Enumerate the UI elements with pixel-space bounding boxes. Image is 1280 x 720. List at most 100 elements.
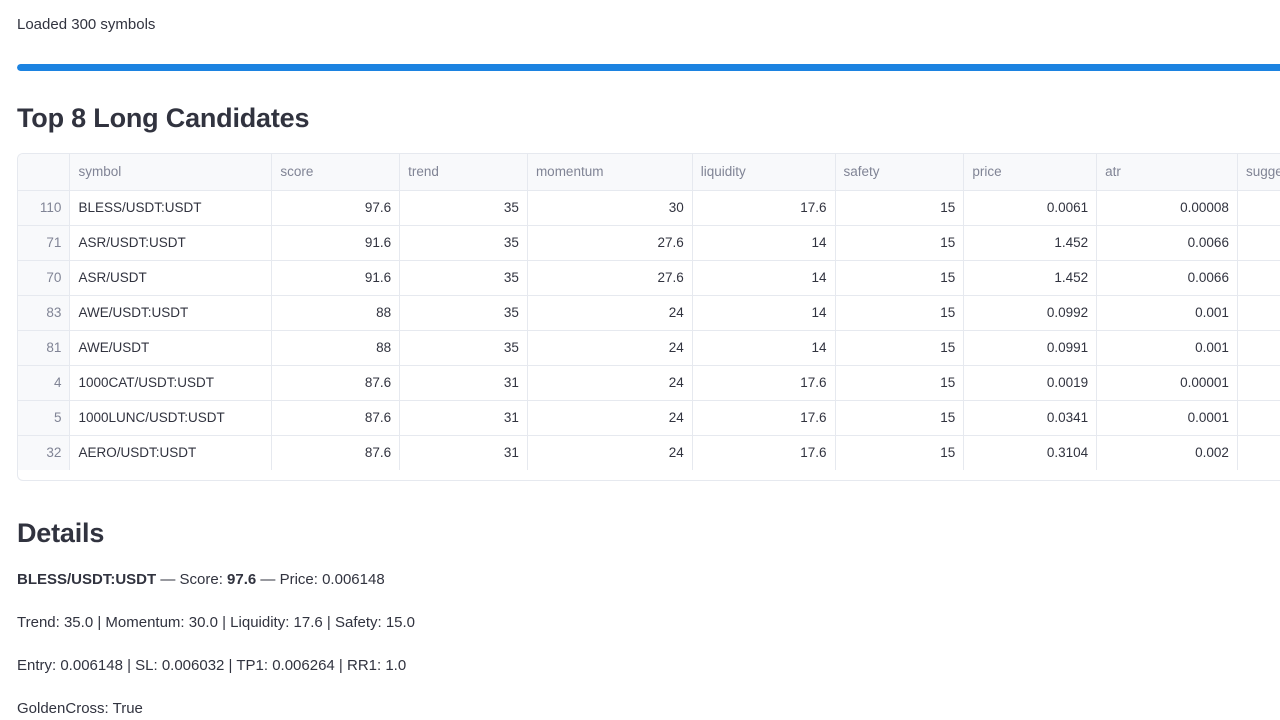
cell-price[interactable]: 0.0341 xyxy=(963,400,1098,436)
details-component-scores: Trend: 35.0 | Momentum: 30.0 | Liquidity… xyxy=(17,614,416,631)
table-row[interactable]: 110 BLESS/USDT:USDT 97.6 35 30 17.6 15 0.0061 0.… xyxy=(18,190,1280,226)
column-header-momentum[interactable]: momentum xyxy=(527,154,693,191)
cell-atr[interactable]: 0.0066 xyxy=(1096,260,1238,296)
cell-suggested[interactable] xyxy=(1237,330,1280,366)
cell-price[interactable]: 1.452 xyxy=(963,225,1098,261)
cell-price[interactable]: 0.0061 xyxy=(963,190,1098,226)
column-header-suggested[interactable]: sugge xyxy=(1237,154,1280,191)
cell-trend[interactable]: 35 xyxy=(399,330,528,366)
candidates-table[interactable]: symbol score trend momentum liquidity sa… xyxy=(17,153,1280,481)
cell-suggested[interactable] xyxy=(1237,435,1280,470)
cell-liquidity[interactable]: 17.6 xyxy=(692,400,836,436)
cell-atr[interactable]: 0.001 xyxy=(1096,330,1238,366)
cell-symbol[interactable]: ASR/USDT xyxy=(69,260,273,296)
cell-score[interactable]: 88 xyxy=(271,330,401,366)
cell-symbol[interactable]: ASR/USDT:USDT xyxy=(69,225,273,261)
progress-bar-fill xyxy=(17,64,1280,71)
cell-safety[interactable]: 15 xyxy=(835,400,965,436)
cell-safety[interactable]: 15 xyxy=(835,435,965,470)
cell-liquidity[interactable]: 14 xyxy=(692,260,836,296)
cell-atr[interactable]: 0.0001 xyxy=(1096,400,1238,436)
cell-symbol[interactable]: 1000LUNC/USDT:USDT xyxy=(69,400,273,436)
cell-momentum[interactable]: 27.6 xyxy=(527,225,693,261)
cell-liquidity[interactable]: 17.6 xyxy=(692,365,836,401)
cell-trend[interactable]: 31 xyxy=(399,400,528,436)
cell-safety[interactable]: 15 xyxy=(835,190,965,226)
cell-liquidity[interactable]: 14 xyxy=(692,295,836,331)
cell-momentum[interactable]: 24 xyxy=(527,365,693,401)
cell-momentum[interactable]: 24 xyxy=(527,435,693,470)
cell-atr[interactable]: 0.002 xyxy=(1096,435,1238,470)
details-score-value: 97.6 xyxy=(227,571,257,588)
cell-trend[interactable]: 31 xyxy=(399,435,528,470)
table-row[interactable]: 81 AWE/USDT 88 35 24 14 15 0.0991 0.001 xyxy=(18,330,1280,366)
row-index-cell: 71 xyxy=(18,225,71,261)
cell-momentum[interactable]: 24 xyxy=(527,295,693,331)
table-row[interactable]: 5 1000LUNC/USDT:USDT 87.6 31 24 17.6 15 0.0341 0… xyxy=(18,400,1280,436)
column-header-symbol[interactable]: symbol xyxy=(69,154,273,191)
cell-score[interactable]: 91.6 xyxy=(271,260,401,296)
cell-trend[interactable]: 31 xyxy=(399,365,528,401)
cell-price[interactable]: 0.0019 xyxy=(963,365,1098,401)
column-header-score[interactable]: score xyxy=(271,154,401,191)
cell-suggested[interactable] xyxy=(1237,260,1280,296)
cell-score[interactable]: 91.6 xyxy=(271,225,401,261)
cell-momentum[interactable]: 24 xyxy=(527,330,693,366)
details-trade-levels: Entry: 0.006148 | SL: 0.006032 | TP1: 0.… xyxy=(17,657,407,674)
cell-trend[interactable]: 35 xyxy=(399,260,528,296)
cell-suggested[interactable] xyxy=(1237,225,1280,261)
table-row[interactable]: 32 AERO/USDT:USDT 87.6 31 24 17.6 15 0.3104 0.00… xyxy=(18,435,1280,470)
column-header-liquidity[interactable]: liquidity xyxy=(692,154,836,191)
row-index-cell: 4 xyxy=(18,365,71,401)
cell-price[interactable]: 0.3104 xyxy=(963,435,1098,470)
cell-atr[interactable]: 0.00001 xyxy=(1096,365,1238,401)
cell-momentum[interactable]: 27.6 xyxy=(527,260,693,296)
cell-score[interactable]: 87.6 xyxy=(271,435,401,470)
cell-safety[interactable]: 15 xyxy=(835,330,965,366)
cell-symbol[interactable]: AERO/USDT:USDT xyxy=(69,435,273,470)
cell-safety[interactable]: 15 xyxy=(835,295,965,331)
cell-symbol[interactable]: 1000CAT/USDT:USDT xyxy=(69,365,273,401)
row-index-cell: 110 xyxy=(18,190,71,226)
top-candidates-heading: Top 8 Long Candidates xyxy=(17,103,310,133)
column-header-safety[interactable]: safety xyxy=(835,154,965,191)
cell-liquidity[interactable]: 14 xyxy=(692,225,836,261)
column-header-atr[interactable]: atr xyxy=(1096,154,1238,191)
cell-trend[interactable]: 35 xyxy=(399,295,528,331)
cell-suggested[interactable] xyxy=(1237,365,1280,401)
table-row[interactable]: 71 ASR/USDT:USDT 91.6 35 27.6 14 15 1.452 0.0066 xyxy=(18,225,1280,261)
table-row[interactable]: 4 1000CAT/USDT:USDT 87.6 31 24 17.6 15 0.0019 0.… xyxy=(18,365,1280,401)
column-header-price[interactable]: price xyxy=(963,154,1098,191)
column-header-trend[interactable]: trend xyxy=(399,154,528,191)
cell-score[interactable]: 97.6 xyxy=(271,190,401,226)
cell-trend[interactable]: 35 xyxy=(399,225,528,261)
cell-symbol[interactable]: AWE/USDT xyxy=(69,330,273,366)
table-row[interactable]: 70 ASR/USDT 91.6 35 27.6 14 15 1.452 0.0066 xyxy=(18,260,1280,296)
cell-atr[interactable]: 0.001 xyxy=(1096,295,1238,331)
cell-price[interactable]: 1.452 xyxy=(963,260,1098,296)
cell-symbol[interactable]: AWE/USDT:USDT xyxy=(69,295,273,331)
cell-atr[interactable]: 0.0066 xyxy=(1096,225,1238,261)
cell-trend[interactable]: 35 xyxy=(399,190,528,226)
table-row[interactable]: 83 AWE/USDT:USDT 88 35 24 14 15 0.0992 0.001 xyxy=(18,295,1280,331)
cell-symbol[interactable]: BLESS/USDT:USDT xyxy=(69,190,273,226)
cell-momentum[interactable]: 24 xyxy=(527,400,693,436)
cell-suggested[interactable] xyxy=(1237,400,1280,436)
cell-score[interactable]: 87.6 xyxy=(271,400,401,436)
cell-momentum[interactable]: 30 xyxy=(527,190,693,226)
cell-atr[interactable]: 0.00008 xyxy=(1096,190,1238,226)
cell-safety[interactable]: 15 xyxy=(835,365,965,401)
cell-suggested[interactable] xyxy=(1237,190,1280,226)
cell-liquidity[interactable]: 17.6 xyxy=(692,190,836,226)
cell-score[interactable]: 87.6 xyxy=(271,365,401,401)
cell-safety[interactable]: 15 xyxy=(835,225,965,261)
progress-bar xyxy=(17,64,1280,71)
cell-score[interactable]: 88 xyxy=(271,295,401,331)
cell-suggested[interactable] xyxy=(1237,295,1280,331)
cell-price[interactable]: 0.0992 xyxy=(963,295,1098,331)
row-index-cell: 5 xyxy=(18,400,71,436)
cell-liquidity[interactable]: 14 xyxy=(692,330,836,366)
cell-price[interactable]: 0.0991 xyxy=(963,330,1098,366)
cell-safety[interactable]: 15 xyxy=(835,260,965,296)
cell-liquidity[interactable]: 17.6 xyxy=(692,435,836,470)
